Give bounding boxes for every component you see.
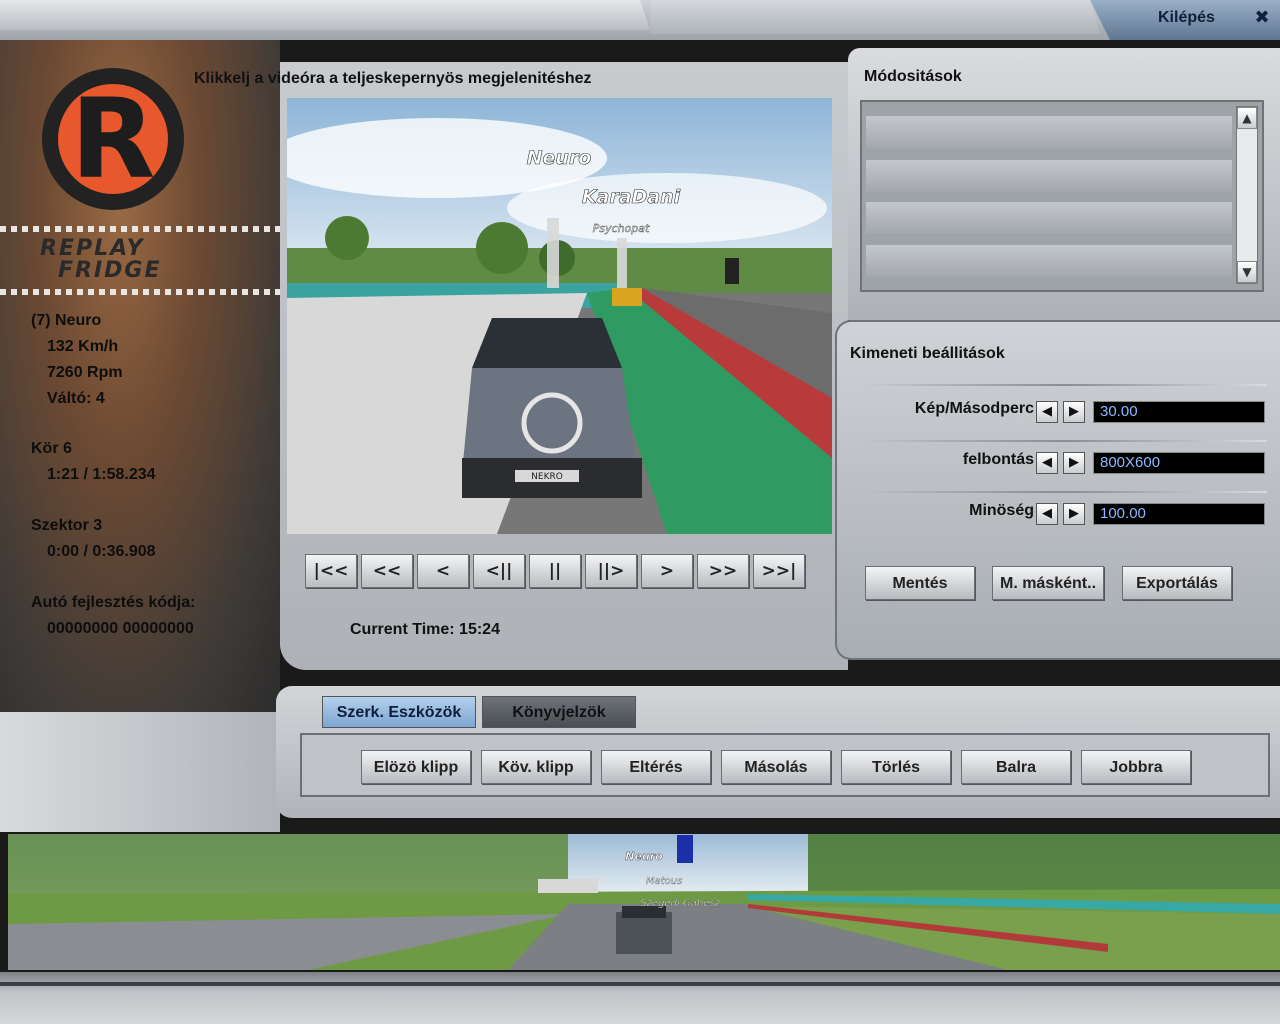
- quality-label: Minöség: [969, 502, 1034, 519]
- replay-video-scene[interactable]: Neuro KaraDani Psychopat NEKRO: [287, 98, 832, 534]
- modifications-title: Módositások: [864, 68, 962, 85]
- jump-end-button[interactable]: >>|: [753, 554, 805, 588]
- scroll-down-icon[interactable]: ▼: [1237, 261, 1257, 283]
- video-hint: Klikkelj a videóra a teljeskepernyös meg…: [194, 70, 592, 87]
- move-right-button[interactable]: Jobbra: [1081, 750, 1191, 784]
- modifications-list[interactable]: [860, 100, 1264, 292]
- resolution-field[interactable]: 800X600: [1093, 452, 1265, 474]
- timeline-preview-scene[interactable]: Neuro Matous Szegedi Gabesz: [8, 834, 1280, 970]
- list-item[interactable]: [866, 160, 1232, 192]
- left-lower-panel: [0, 712, 280, 832]
- video-name-tag: Neuro: [527, 147, 592, 169]
- modifications-scrollbar[interactable]: ▲ ▼: [1236, 106, 1258, 284]
- fps-label: Kép/Másodperc: [914, 400, 1034, 417]
- tab-edit-tools[interactable]: Szerk. Eszközök: [322, 696, 476, 728]
- lap-time: 1:21 / 1:58.234: [47, 466, 156, 483]
- step-forward-button[interactable]: ||>: [585, 554, 637, 588]
- jump-start-button[interactable]: |<<: [305, 554, 357, 588]
- rewind-button[interactable]: <: [417, 554, 469, 588]
- play-button[interactable]: >: [641, 554, 693, 588]
- logo-letter: R: [70, 75, 156, 203]
- resolution-increase-button[interactable]: ▶: [1063, 452, 1085, 474]
- upgrade-code: 00000000 00000000: [47, 620, 194, 637]
- sector-time: 0:00 / 0:36.908: [47, 543, 156, 560]
- previous-clip-button[interactable]: Elözö klipp: [361, 750, 471, 784]
- settings-divider: [862, 384, 1267, 386]
- tab-bookmarks[interactable]: Könyvjelzök: [482, 696, 636, 728]
- strip-name-tag: Matous: [646, 876, 682, 887]
- save-as-button[interactable]: M. másként..: [992, 566, 1104, 600]
- gear-readout: Váltó: 4: [47, 390, 105, 407]
- settings-divider: [862, 491, 1267, 493]
- footer-line: [0, 982, 1280, 986]
- footer-bar: [0, 972, 1280, 1024]
- resolution-label: felbontás: [962, 451, 1034, 468]
- quality-increase-button[interactable]: ▶: [1063, 503, 1085, 525]
- close-x-icon[interactable]: ✖: [1252, 8, 1272, 28]
- sector-label: Szektor 3: [31, 517, 103, 534]
- copy-button[interactable]: Másolás: [721, 750, 831, 784]
- replay-video[interactable]: Neuro KaraDani Psychopat NEKRO: [287, 98, 832, 534]
- lap-label: Kör 6: [31, 440, 72, 457]
- export-button[interactable]: Exportálás: [1122, 566, 1232, 600]
- settings-divider: [862, 440, 1267, 442]
- scroll-up-icon[interactable]: ▲: [1237, 107, 1257, 129]
- driver-name: (7) Neuro: [31, 312, 102, 329]
- move-left-button[interactable]: Balra: [961, 750, 1071, 784]
- upgrade-code-label: Autó fejlesztés kódja:: [31, 594, 196, 611]
- list-item[interactable]: [866, 202, 1232, 234]
- deviation-button[interactable]: Eltérés: [601, 750, 711, 784]
- strip-name-tag: Szegedi Gabesz: [640, 898, 720, 909]
- video-name-tag: Psychopat: [593, 222, 650, 235]
- next-clip-button[interactable]: Köv. klipp: [481, 750, 591, 784]
- current-time: Current Time: 15:24: [350, 621, 500, 638]
- fast-rewind-button[interactable]: <<: [361, 554, 413, 588]
- delete-button[interactable]: Törlés: [841, 750, 951, 784]
- list-item[interactable]: [866, 245, 1232, 277]
- rpm-readout: 7260 Rpm: [47, 364, 123, 381]
- quality-decrease-button[interactable]: ◀: [1036, 503, 1058, 525]
- strip-name-tag: Neuro: [625, 850, 663, 863]
- fps-increase-button[interactable]: ▶: [1063, 401, 1085, 423]
- video-name-tag: KaraDani: [582, 186, 681, 208]
- output-settings-title: Kimeneti beállitások: [850, 345, 1005, 362]
- car-plate: NEKRO: [531, 472, 563, 482]
- speed-readout: 132 Km/h: [47, 338, 119, 355]
- fast-forward-button[interactable]: >>: [697, 554, 749, 588]
- logo-dots-bottom: [0, 289, 280, 295]
- logo-dots-top: [0, 226, 280, 232]
- list-item[interactable]: [866, 116, 1232, 148]
- fps-field[interactable]: 30.00: [1093, 401, 1265, 423]
- exit-label[interactable]: Kilépés: [1158, 9, 1215, 27]
- resolution-decrease-button[interactable]: ◀: [1036, 452, 1058, 474]
- step-back-button[interactable]: <||: [473, 554, 525, 588]
- output-settings-panel: [835, 320, 1280, 660]
- pause-button[interactable]: ||: [529, 554, 581, 588]
- top-bar-middle: [650, 0, 1100, 34]
- save-button[interactable]: Mentés: [865, 566, 975, 600]
- top-bar-left: [0, 0, 650, 30]
- quality-field[interactable]: 100.00: [1093, 503, 1265, 525]
- timeline-preview-strip[interactable]: Neuro Matous Szegedi Gabesz: [8, 834, 1280, 970]
- logo-text-fridge: FRIDGE: [58, 258, 162, 283]
- fps-decrease-button[interactable]: ◀: [1036, 401, 1058, 423]
